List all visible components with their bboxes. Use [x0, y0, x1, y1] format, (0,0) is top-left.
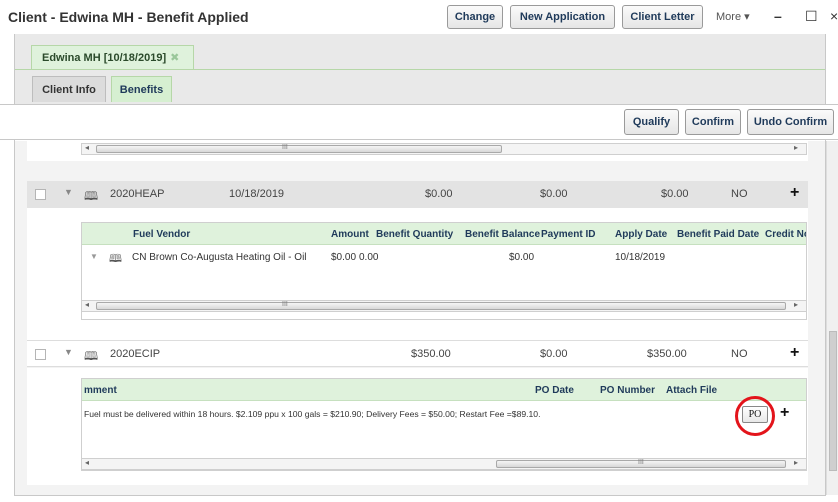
- scroll-right-icon[interactable]: ▸: [794, 458, 798, 467]
- col-po-number[interactable]: PO Number: [600, 385, 655, 396]
- window-title: Client - Edwina MH - Benefit Applied: [8, 9, 249, 25]
- col-fuel-vendor[interactable]: Fuel Vendor: [133, 229, 190, 240]
- vendor-apply-date: 10/18/2019: [615, 252, 666, 263]
- benefit-flag: NO: [731, 348, 748, 360]
- col-po-date[interactable]: PO Date: [535, 385, 574, 396]
- vendor-amount: $0.00: [331, 252, 357, 263]
- col-apply-date[interactable]: Apply Date: [615, 229, 667, 240]
- tab-divider: [15, 69, 825, 70]
- client-tab-label: Edwina MH [10/18/2019]: [42, 52, 167, 64]
- table-row[interactable]: Fuel must be delivered within 18 hours. …: [82, 405, 806, 427]
- expand-caret-icon[interactable]: ▼: [64, 347, 73, 357]
- col-benefit-balance[interactable]: Benefit Balance: [465, 229, 540, 240]
- po-comment: Fuel must be delivered within 18 hours. …: [84, 409, 541, 419]
- scroll-thumb[interactable]: [96, 302, 786, 310]
- benefit-paid: $350.00: [647, 348, 687, 360]
- window-titlebar: Client - Edwina MH - Benefit Applied Cha…: [0, 0, 838, 34]
- horizontal-scrollbar-ecip[interactable]: ◂ III ▸: [81, 458, 807, 470]
- vendor-quantity: 0.00: [359, 252, 379, 263]
- expand-caret-icon[interactable]: ▼: [90, 252, 98, 261]
- table-row[interactable]: ▼ 🕮 CN Brown Co-Augusta Heating Oil - Oi…: [82, 246, 806, 268]
- benefit-balance: $0.00: [540, 188, 568, 200]
- benefit-flag: NO: [731, 188, 748, 200]
- col-credit-no[interactable]: Credit No: [765, 229, 806, 240]
- benefit-amount: $350.00: [411, 348, 451, 360]
- col-amount[interactable]: Amount: [331, 229, 369, 240]
- add-icon[interactable]: +: [790, 184, 799, 202]
- expand-caret-icon[interactable]: ▼: [64, 187, 73, 197]
- col-payment-id[interactable]: Payment ID: [541, 229, 595, 240]
- benefit-row-ecip[interactable]: ▼ 🕮 2020ECIP $350.00 $0.00 $350.00 NO +: [27, 340, 808, 367]
- vendor-name: CN Brown Co-Augusta Heating Oil - Oil: [132, 252, 307, 263]
- action-bar: Qualify Confirm Undo Confirm: [0, 104, 838, 140]
- client-letter-button[interactable]: Client Letter: [622, 5, 703, 29]
- row-checkbox[interactable]: [35, 189, 46, 200]
- confirm-button[interactable]: Confirm: [685, 109, 741, 135]
- grid-header: mment PO Date PO Number Attach File: [82, 379, 806, 401]
- scroll-grip-icon: III: [282, 301, 288, 308]
- undo-confirm-button[interactable]: Undo Confirm: [747, 109, 834, 135]
- scroll-left-icon[interactable]: ◂: [85, 458, 89, 467]
- col-benefit-quantity[interactable]: Benefit Quantity: [376, 229, 453, 240]
- vertical-scrollbar[interactable]: [826, 141, 838, 495]
- add-icon[interactable]: +: [790, 344, 799, 362]
- horizontal-scrollbar-top[interactable]: ◂ III ▸: [81, 143, 807, 155]
- grid-header: Fuel Vendor Amount Benefit Quantity Bene…: [82, 223, 806, 245]
- new-application-button[interactable]: New Application: [510, 5, 615, 29]
- book-icon[interactable]: 🕮: [84, 187, 98, 208]
- highlight-ring: [735, 396, 775, 436]
- scroll-right-icon[interactable]: ▸: [794, 300, 798, 309]
- scroll-left-icon[interactable]: ◂: [85, 143, 89, 152]
- minimize-icon[interactable]: –: [774, 8, 782, 24]
- book-icon[interactable]: 🕮: [109, 250, 122, 269]
- col-comment[interactable]: mment: [84, 385, 117, 396]
- benefit-name: 2020HEAP: [110, 188, 165, 200]
- qualify-button[interactable]: Qualify: [624, 109, 679, 135]
- scroll-left-icon[interactable]: ◂: [85, 300, 89, 309]
- client-tab[interactable]: Edwina MH [10/18/2019] ✖: [31, 45, 194, 69]
- benefit-paid: $0.00: [661, 188, 689, 200]
- close-tab-icon[interactable]: ✖: [170, 52, 179, 64]
- benefit-date: 10/18/2019: [229, 188, 285, 200]
- benefit-row-heap[interactable]: ▼ 🕮 2020HEAP 10/18/2019 $0.00 $0.00 $0.0…: [27, 181, 808, 208]
- benefit-amount: $0.00: [425, 188, 453, 200]
- close-icon[interactable]: ×: [830, 8, 838, 24]
- benefit-balance: $0.00: [540, 348, 568, 360]
- more-menu[interactable]: More ▾: [716, 10, 750, 23]
- add-icon[interactable]: +: [780, 404, 789, 422]
- scroll-grip-icon: III: [282, 144, 288, 151]
- scroll-thumb[interactable]: [96, 145, 502, 153]
- scroll-right-icon[interactable]: ▸: [794, 143, 798, 152]
- vendor-balance: $0.00: [509, 252, 535, 263]
- change-button[interactable]: Change: [447, 5, 503, 29]
- tab-benefits[interactable]: Benefits: [111, 76, 172, 102]
- benefit-name: 2020ECIP: [110, 348, 161, 360]
- row-checkbox[interactable]: [35, 349, 46, 360]
- vertical-scroll-thumb[interactable]: [829, 331, 837, 471]
- col-benefit-paid-date[interactable]: Benefit Paid Date: [677, 229, 759, 240]
- tab-client-info[interactable]: Client Info: [32, 76, 106, 102]
- book-icon[interactable]: 🕮: [84, 347, 98, 368]
- maximize-icon[interactable]: ☐: [805, 8, 818, 25]
- scroll-grip-icon: III: [638, 459, 644, 466]
- col-attach-file[interactable]: Attach File: [666, 385, 717, 396]
- horizontal-scrollbar-heap[interactable]: ◂ III ▸: [81, 300, 807, 312]
